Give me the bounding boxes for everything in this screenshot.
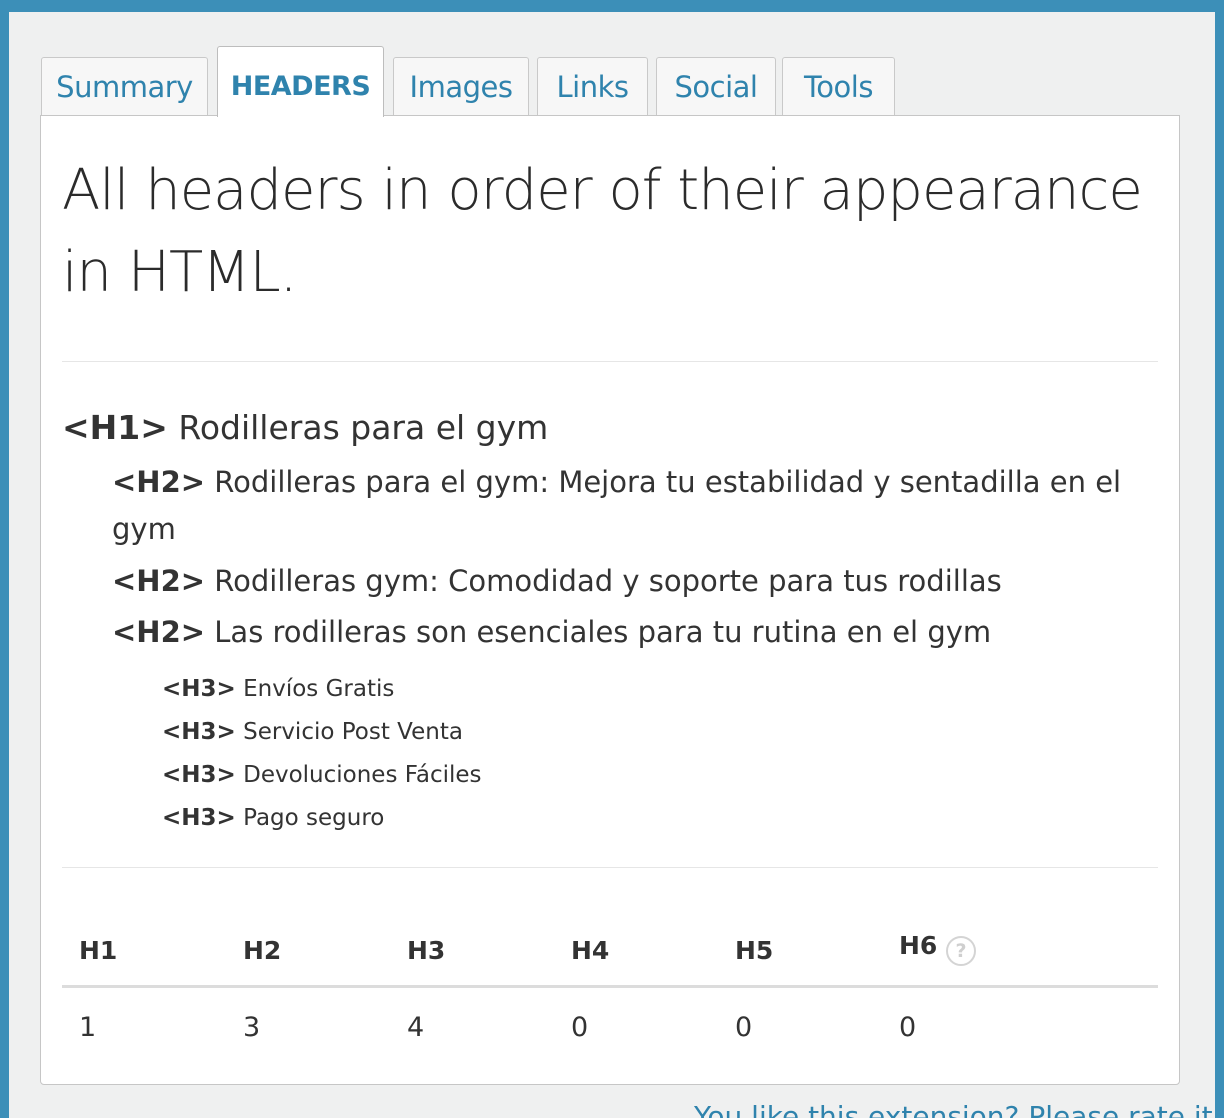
header-text: Devoluciones Fáciles: [243, 762, 482, 788]
tab-social[interactable]: Social: [656, 57, 776, 115]
header-text: Rodilleras para el gym: Mejora tu estabi…: [112, 465, 1122, 546]
header-h3-item: <H3> Servicio Post Venta: [162, 719, 463, 745]
header-h3-item: <H3> Pago seguro: [162, 805, 384, 831]
count-value-h1: 1: [79, 1012, 97, 1043]
header-h3-item: <H3> Devoluciones Fáciles: [162, 762, 482, 788]
tab-summary[interactable]: Summary: [41, 57, 208, 115]
page-title: All headers in order of their appearance…: [62, 158, 1143, 305]
count-header-h5: H5: [735, 936, 774, 965]
count-header-h3: H3: [407, 936, 446, 965]
header-h2-item: <H2> Las rodilleras son esenciales para …: [112, 609, 1142, 656]
header-text: Las rodilleras son esenciales para tu ru…: [214, 615, 992, 649]
header-h2-item: <H2> Rodilleras para el gym: Mejora tu e…: [112, 459, 1142, 553]
header-tag: <H1>: [62, 408, 168, 447]
header-h1-item: <H1> Rodilleras para el gym: [62, 408, 548, 447]
header-text: Servicio Post Venta: [243, 719, 463, 745]
header-tag: <H3>: [162, 762, 236, 788]
header-tag: <H3>: [162, 719, 236, 745]
count-value-h2: 3: [243, 1012, 261, 1043]
header-h3-item: <H3> Envíos Gratis: [162, 676, 394, 702]
count-header-h6: H6: [899, 931, 938, 960]
popup-window: Summary HEADERS Images Links Social Tool…: [9, 12, 1215, 1118]
count-value-h5: 0: [735, 1012, 753, 1043]
tab-tools[interactable]: Tools: [782, 57, 895, 115]
header-tag: <H2>: [112, 615, 206, 649]
divider: [62, 361, 1158, 362]
header-tag: <H3>: [162, 676, 236, 702]
tab-images[interactable]: Images: [393, 57, 529, 115]
table-header-divider: [62, 985, 1158, 988]
tab-links[interactable]: Links: [537, 57, 648, 115]
divider: [62, 867, 1158, 868]
header-text: Rodilleras gym: Comodidad y soporte para…: [214, 564, 1002, 598]
header-tag: <H2>: [112, 465, 206, 499]
header-tag: <H2>: [112, 564, 206, 598]
help-icon[interactable]: ?: [946, 936, 976, 966]
tab-headers[interactable]: HEADERS: [217, 46, 384, 117]
header-text: Envíos Gratis: [243, 676, 395, 702]
header-text: Pago seguro: [243, 805, 385, 831]
count-header-h2: H2: [243, 936, 282, 965]
rate-extension-link[interactable]: You like this extension? Please rate it!: [694, 1100, 1215, 1118]
count-value-h6: 0: [899, 1012, 917, 1043]
headers-panel: All headers in order of their appearance…: [40, 115, 1180, 1085]
count-value-h4: 0: [571, 1012, 589, 1043]
count-header-h1: H1: [79, 936, 118, 965]
header-tag: <H3>: [162, 805, 236, 831]
header-text: Rodilleras para el gym: [178, 408, 549, 447]
header-h2-item: <H2> Rodilleras gym: Comodidad y soporte…: [112, 558, 1142, 605]
count-value-h3: 4: [407, 1012, 425, 1043]
count-header-h4: H4: [571, 936, 610, 965]
